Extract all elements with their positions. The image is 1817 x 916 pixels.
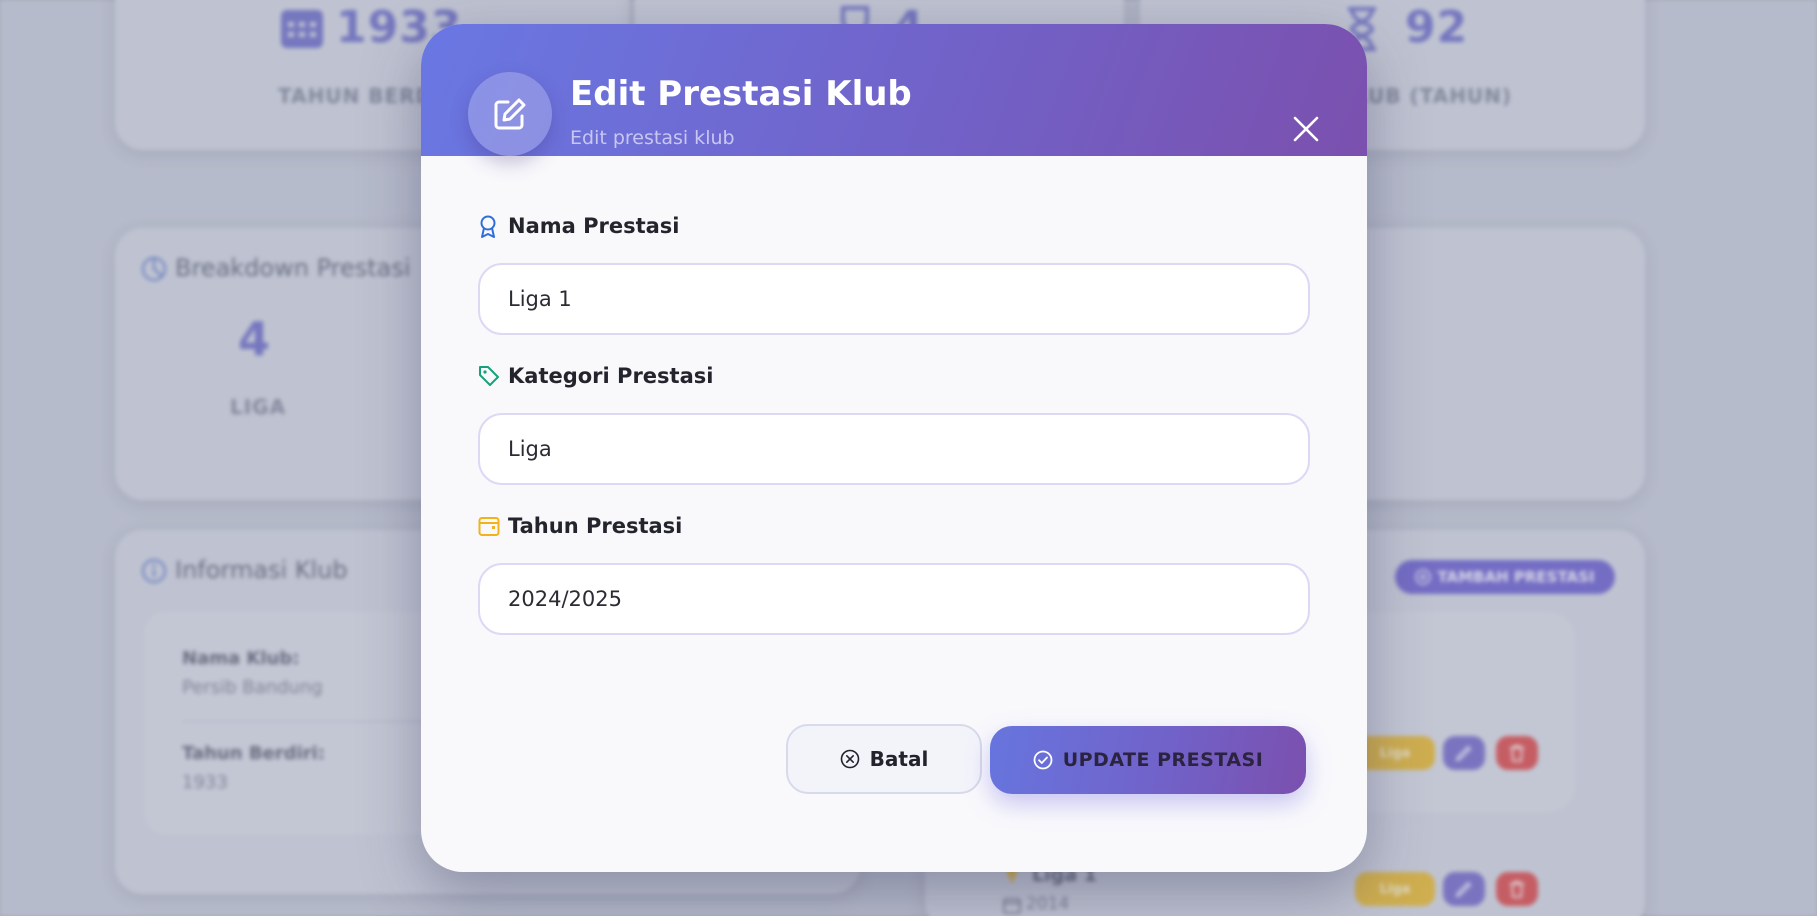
close-icon (1293, 116, 1319, 142)
cancel-button[interactable]: Batal (786, 724, 982, 794)
calendar-icon (478, 515, 500, 541)
edit-achievement-modal: Edit Prestasi Klub Edit prestasi klub Na… (421, 24, 1367, 872)
header-icon-badge (468, 72, 552, 156)
update-button-label: UPDATE PRESTASI (1062, 749, 1264, 771)
tahun-prestasi-label: Tahun Prestasi (508, 514, 683, 538)
close-button[interactable] (1289, 112, 1323, 146)
nama-prestasi-input[interactable] (478, 263, 1310, 335)
modal-subtitle: Edit prestasi klub (570, 127, 735, 149)
tahun-prestasi-input[interactable] (478, 563, 1310, 635)
edit-icon (494, 98, 526, 130)
nama-prestasi-label: Nama Prestasi (508, 214, 680, 238)
kategori-prestasi-label: Kategori Prestasi (508, 364, 714, 388)
award-icon (478, 215, 498, 243)
tag-icon (478, 365, 500, 391)
modal-title: Edit Prestasi Klub (570, 74, 912, 114)
cancel-button-label: Batal (869, 747, 929, 771)
check-circle-icon (1033, 750, 1053, 770)
x-circle-icon (840, 749, 859, 769)
kategori-prestasi-input[interactable] (478, 413, 1310, 485)
update-button[interactable]: UPDATE PRESTASI (990, 726, 1306, 794)
